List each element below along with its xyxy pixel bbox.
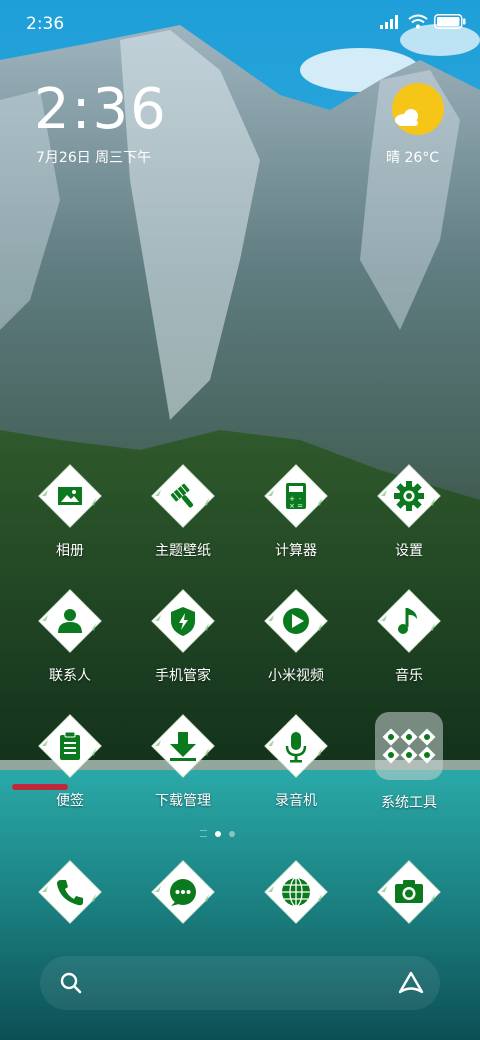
app-label: 手机管家 [155, 668, 211, 684]
clipboard-icon-tile [34, 710, 106, 782]
dock-phone[interactable] [15, 856, 125, 928]
weather-text: 晴 26°C [386, 150, 440, 166]
page-indicator-dot[interactable] [229, 830, 235, 837]
search-icon[interactable] [60, 972, 82, 994]
wifi-icon [408, 14, 428, 29]
calculator-icon-tile: + - × = [260, 460, 332, 532]
battery-icon [434, 14, 466, 29]
svg-text:×: × [289, 502, 295, 510]
dock-browser[interactable] [241, 856, 351, 928]
status-icons [380, 14, 466, 29]
dock-camera[interactable] [354, 856, 464, 928]
status-time: 2:36 [26, 14, 65, 34]
app-label: 录音机 [275, 793, 317, 809]
camera-icon-tile [373, 856, 445, 928]
dock-messages[interactable] [128, 856, 238, 928]
brush-icon-tile [147, 460, 219, 532]
app-brush[interactable]: 主题壁纸 [128, 460, 238, 560]
app-person[interactable]: 联系人 [15, 585, 125, 685]
signal-icon [380, 14, 398, 29]
page-indicator-dot-active[interactable] [215, 830, 221, 837]
clock-widget-date: 7月26日 周三下午 [36, 150, 152, 166]
app-shield[interactable]: 手机管家 [128, 585, 238, 685]
download-icon-tile [147, 710, 219, 782]
gallery-icon [58, 487, 82, 505]
app-calculator[interactable]: + - × = 计算器 [241, 460, 351, 560]
app-music-note[interactable]: 音乐 [354, 585, 464, 685]
globe-icon-tile [260, 856, 332, 928]
app-folder[interactable]: 系统工具 [354, 710, 464, 812]
clipboard-icon [60, 731, 80, 760]
app-label: 计算器 [275, 543, 317, 559]
app-label: 设置 [395, 543, 423, 559]
assistant-icon[interactable] [398, 971, 424, 995]
folder-icon [375, 712, 443, 780]
play-icon-tile [260, 585, 332, 657]
person-icon-tile [34, 585, 106, 657]
sun-cloud-icon[interactable] [390, 82, 446, 136]
phone-icon-tile [34, 856, 106, 928]
app-gallery[interactable]: 相册 [15, 460, 125, 560]
gallery-icon-tile [34, 460, 106, 532]
app-download[interactable]: 下载管理 [128, 710, 238, 810]
search-bar[interactable] [40, 956, 440, 1010]
shield-icon-tile [147, 585, 219, 657]
app-label: 便签 [56, 793, 84, 809]
app-label: 下载管理 [155, 793, 211, 809]
microphone-icon-tile [260, 710, 332, 782]
svg-text:=: = [297, 502, 303, 510]
app-gear[interactable]: 设置 [354, 460, 464, 560]
globe-icon [282, 877, 310, 907]
chat-icon-tile [147, 856, 219, 928]
page-indicator-overview[interactable] [200, 830, 207, 837]
app-label: 小米视频 [268, 668, 324, 684]
page-indicator [200, 830, 235, 837]
play-icon [283, 608, 309, 634]
app-label: 主题壁纸 [155, 543, 211, 559]
app-label: 音乐 [395, 668, 423, 684]
app-label: 联系人 [49, 668, 91, 684]
app-play[interactable]: 小米视频 [241, 585, 351, 685]
gear-icon-tile [373, 460, 445, 532]
gear-icon [394, 481, 424, 511]
app-label: 相册 [56, 543, 84, 559]
music-note-icon-tile [373, 585, 445, 657]
app-microphone[interactable]: 录音机 [241, 710, 351, 810]
folder-icon-tile [373, 712, 445, 784]
app-clipboard[interactable]: 便签 [15, 710, 125, 810]
calculator-icon: + -× = [286, 483, 306, 510]
clock-widget-time[interactable]: 2:36 [34, 80, 168, 140]
status-bar: 2:36 [0, 0, 480, 50]
app-label: 系统工具 [381, 795, 437, 811]
